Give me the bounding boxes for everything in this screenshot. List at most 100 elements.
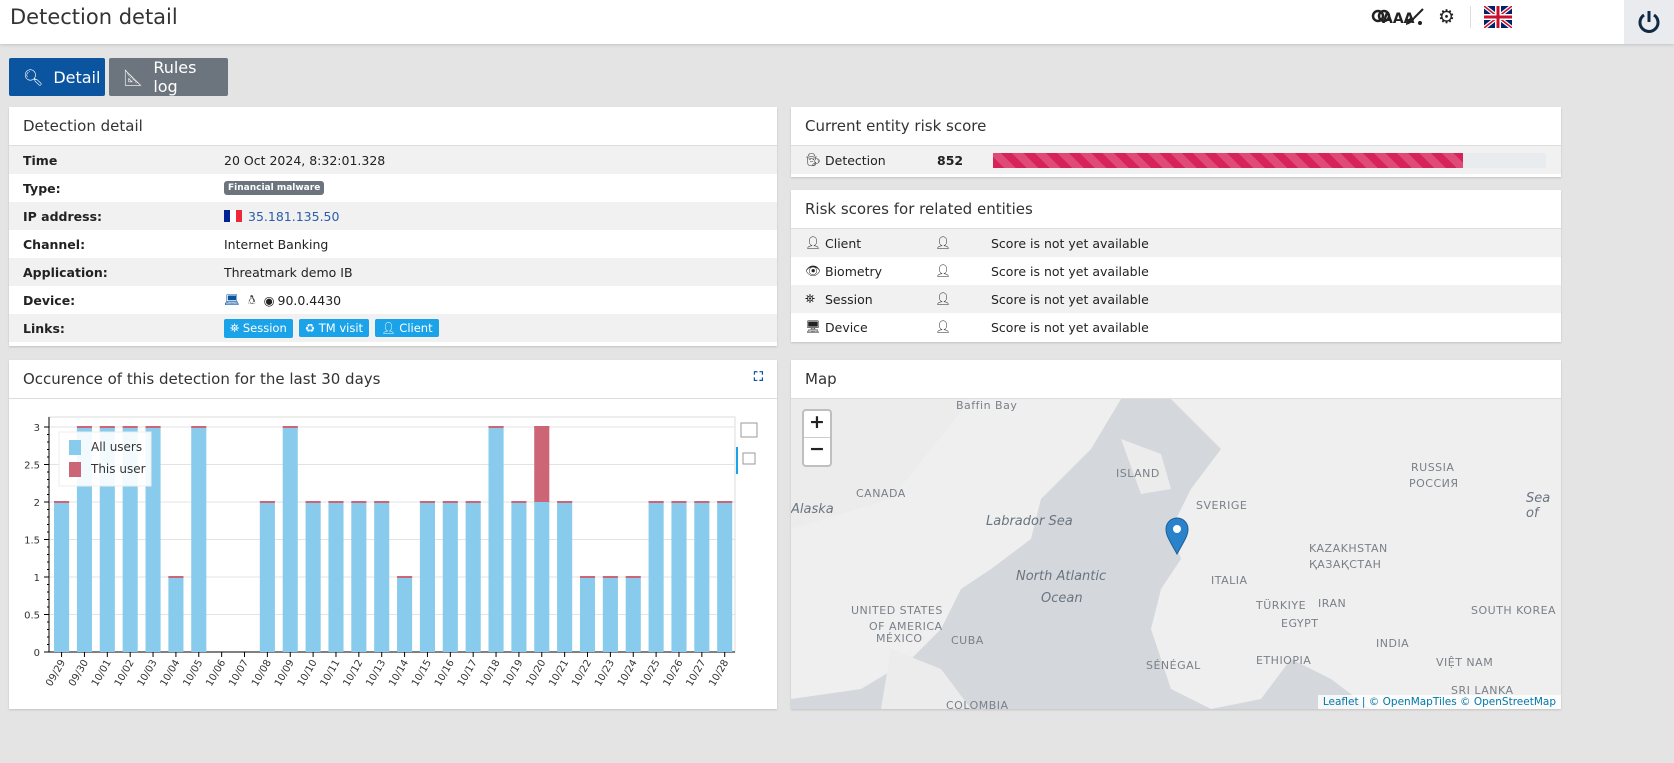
bar-top-stroke <box>534 426 550 428</box>
x-tick-label: 10/04 <box>159 658 183 688</box>
x-tick-label: 10/26 <box>662 658 686 688</box>
map-label: Ocean <box>1041 591 1083 606</box>
bar-all-users <box>419 502 435 652</box>
session-link[interactable]: ⛯ Session <box>224 318 293 338</box>
row-channel: Channel: Internet Banking <box>23 236 329 252</box>
panel-title: Map <box>791 360 1561 399</box>
map-label: SVERIGE <box>1196 499 1248 512</box>
bar-top-stroke <box>694 501 710 503</box>
x-tick-label: 10/16 <box>433 658 457 688</box>
bar-top-stroke <box>488 426 504 428</box>
bar-top-stroke <box>579 576 596 578</box>
bar-top-stroke <box>351 501 367 503</box>
row-time: Time 20 Oct 2024, 8:32:01.328 <box>9 146 777 174</box>
bar-top-stroke <box>191 426 207 428</box>
ruler-icon: 📐︎ <box>123 67 144 87</box>
map-label: Sea of <box>1526 491 1551 521</box>
bar-all-users <box>397 577 413 652</box>
bar-all-users <box>534 502 550 652</box>
x-tick-label: 10/09 <box>273 658 297 688</box>
fullscreen-icon[interactable]: ⛶ <box>754 370 763 385</box>
y-tick-label: 2.5 <box>24 461 40 472</box>
detective-icon: 🕵︎ <box>805 152 821 167</box>
zoom-in-button[interactable]: + <box>804 411 830 438</box>
panel-title: Current entity risk score <box>791 107 1561 146</box>
x-tick-label: 10/23 <box>593 658 617 688</box>
occurrence-chart-panel: Occurence of this detection for the last… <box>9 360 777 709</box>
risk-score-value: 852 <box>937 152 964 168</box>
bar-all-users <box>465 502 481 652</box>
map-view[interactable]: Baffin Bay CANADA Alaska ISLAND Labrador Sea… <box>791 399 1561 709</box>
bar-top-stroke <box>145 426 161 428</box>
panel-title: Detection detail <box>9 107 777 146</box>
x-tick-label: 09/29 <box>44 658 68 688</box>
x-tick-label: 10/05 <box>181 658 205 688</box>
x-tick-label: 09/30 <box>67 658 91 688</box>
y-tick-label: 3 <box>34 423 40 434</box>
y-tick-label: 1.5 <box>24 536 40 547</box>
bar-top-stroke <box>54 501 70 503</box>
save-chart-icon[interactable] <box>740 422 758 438</box>
tab-detail[interactable]: 🔍︎ Detail <box>9 58 105 96</box>
bar-top-stroke <box>442 501 458 503</box>
bar-all-users <box>374 502 390 652</box>
uk-flag-icon[interactable] <box>1482 4 1514 32</box>
zoom-out-button[interactable]: − <box>804 438 830 465</box>
search-icon: 🔍︎ <box>23 67 44 87</box>
ip-link[interactable]: 35.181.135.50 <box>248 209 339 224</box>
related-entities-panel: Risk scores for related entities 👤︎ Clien… <box>791 190 1561 342</box>
row-links: Links: ⛯ Session ♻ TM visit 👤︎ Client <box>9 314 777 342</box>
row-device: Device: 💻︎ 🐧︎ ◉ 90.0.4430 <box>23 291 342 308</box>
row-ip: IP address: 35.181.135.50 <box>9 202 777 230</box>
bar-all-users <box>351 502 367 652</box>
bar-top-stroke <box>557 501 573 503</box>
tab-rules-log[interactable]: 📐︎ Rules log <box>109 58 228 96</box>
bar-all-users <box>54 502 70 652</box>
map-label: North Atlantic <box>1016 569 1107 584</box>
bar-all-users <box>694 502 710 652</box>
user-clock-icon: 👤︎ <box>935 235 951 250</box>
bar-all-users <box>579 577 596 652</box>
bar-all-users <box>717 502 733 652</box>
map-label: Baffin Bay <box>956 399 1018 412</box>
tm-visit-link[interactable]: ♻ TM visit <box>298 319 370 337</box>
x-tick-label: 10/22 <box>570 658 594 688</box>
map-attribution[interactable]: Leaflet | © OpenMapTiles © OpenStreetMap <box>1317 695 1561 709</box>
map-label: Labrador Sea <box>986 514 1073 529</box>
bar-top-stroke <box>76 426 92 428</box>
data-view-icon[interactable] <box>742 452 756 465</box>
y-tick-label: 0 <box>34 648 40 659</box>
x-tick-label: 10/27 <box>685 658 709 688</box>
bar-top-stroke <box>671 501 687 503</box>
bar-all-users <box>305 502 321 652</box>
bar-top-stroke <box>282 426 298 428</box>
x-tick-label: 10/02 <box>113 658 137 688</box>
related-row-device: 🖥︎ Device 👤︎ Score is not yet available <box>805 319 1149 335</box>
bar-all-users <box>511 502 527 652</box>
x-tick-label: 10/19 <box>502 658 526 688</box>
client-link[interactable]: 👤︎ Client <box>375 319 439 337</box>
map-label: COLOMBIA <box>946 699 1009 709</box>
map-label: VIỆT NAM <box>1436 656 1494 669</box>
bar-top-stroke <box>397 576 413 578</box>
map-label: Alaska <box>791 502 834 517</box>
x-tick-label: 10/07 <box>227 658 251 688</box>
x-tick-label: 10/15 <box>410 658 434 688</box>
user-icon: 👤︎ <box>805 235 821 250</box>
risk-score-panel: Current entity risk score 🕵︎ Detection 8… <box>791 107 1561 177</box>
logout-button[interactable] <box>1624 0 1674 44</box>
broom-icon[interactable] <box>1403 6 1425 33</box>
bar-all-users <box>602 577 618 652</box>
location-marker-icon[interactable] <box>1164 517 1190 555</box>
legend-label: This user <box>90 462 146 476</box>
gear-icon[interactable]: ⚙ <box>1438 6 1455 28</box>
divider <box>1470 6 1471 28</box>
map-label: UNITED STATES <box>851 604 943 617</box>
map-label: SÉNÉGAL <box>1146 659 1201 672</box>
contrast-toggle-icon[interactable] <box>1371 6 1391 31</box>
bar-top-stroke <box>328 501 344 503</box>
detail-table: Time 20 Oct 2024, 8:32:01.328 Type: Financ… <box>9 146 777 342</box>
bar-all-users <box>282 427 298 652</box>
bar-top-stroke <box>465 501 481 503</box>
bar-top-stroke <box>259 501 275 503</box>
